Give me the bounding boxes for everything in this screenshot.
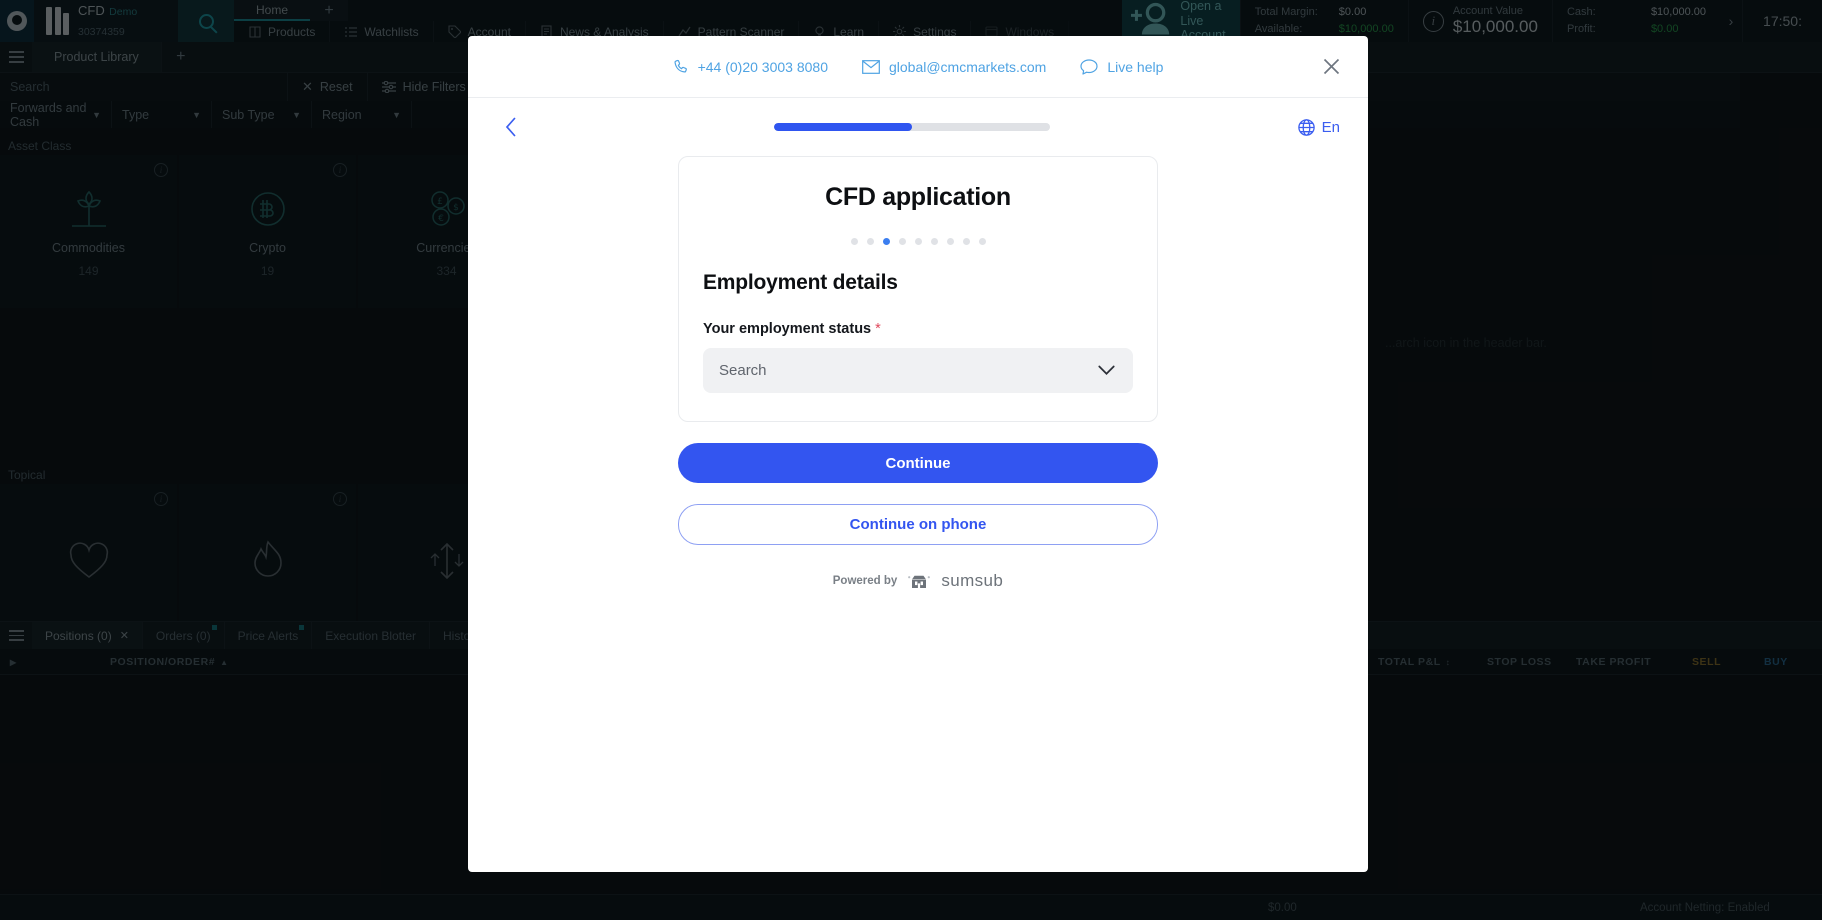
phone-contact-link[interactable]: +44 (0)20 3003 8080 <box>673 59 828 75</box>
globe-icon <box>1297 118 1315 136</box>
step-dot-8 <box>962 238 970 245</box>
back-button[interactable] <box>496 112 526 142</box>
application-progress-bar <box>773 123 1050 131</box>
step-dot-7 <box>946 238 954 245</box>
email-icon <box>862 59 880 74</box>
continue-button[interactable]: Continue <box>678 443 1158 483</box>
step-dot-6 <box>930 238 938 245</box>
close-glyph <box>1323 58 1339 75</box>
step-dot-4 <box>898 238 906 245</box>
modal-body: CFD application Employment details Your … <box>468 156 1368 591</box>
step-indicator <box>703 238 1133 245</box>
cfd-application-modal: +44 (0)20 3003 8080 global@cmcmarkets.co… <box>468 36 1368 872</box>
email-address: global@cmcmarkets.com <box>888 58 1047 75</box>
language-selector[interactable]: En <box>1297 118 1340 136</box>
step-dot-2 <box>866 238 874 245</box>
powered-by-footer: Powered by sumsub <box>678 571 1158 591</box>
continue-on-phone-button[interactable]: Continue on phone <box>678 504 1158 545</box>
live-help-link[interactable]: Live help <box>1080 59 1163 75</box>
page-title: CFD application <box>825 183 1011 211</box>
chevron-left-icon <box>505 117 516 137</box>
step-dot-1 <box>850 238 858 245</box>
modal-contact-bar: +44 (0)20 3003 8080 global@cmcmarkets.co… <box>468 36 1368 98</box>
phone-number: +44 (0)20 3003 8080 <box>697 58 828 75</box>
live-help-label: Live help <box>1107 58 1164 75</box>
employment-status-placeholder: Search <box>719 362 767 379</box>
language-code: En <box>1321 118 1340 136</box>
employment-status-select[interactable]: Search <box>703 348 1133 393</box>
modal-progress-bar-row: En <box>468 98 1368 156</box>
employment-status-label: Your employment status * <box>703 321 1133 337</box>
close-icon[interactable] <box>1318 54 1344 80</box>
field-label-text: Your employment status <box>703 321 872 337</box>
step-heading: Employment details <box>703 271 898 294</box>
email-contact-link[interactable]: global@cmcmarkets.com <box>862 59 1046 75</box>
step-dot-9 <box>978 238 986 245</box>
required-marker: * <box>875 321 881 337</box>
step-dot-5 <box>914 238 922 245</box>
phone-icon <box>674 59 687 73</box>
step-dot-3 <box>882 238 890 245</box>
powered-by-label: Powered by <box>832 575 898 587</box>
application-form-card: CFD application Employment details Your … <box>678 156 1158 422</box>
sumsub-robot-icon <box>908 575 931 588</box>
chevron-down-icon <box>1098 365 1115 375</box>
chat-bubble-icon <box>1080 58 1098 75</box>
vendor-name: sumsub <box>941 571 1004 590</box>
progress-fill <box>773 123 912 131</box>
